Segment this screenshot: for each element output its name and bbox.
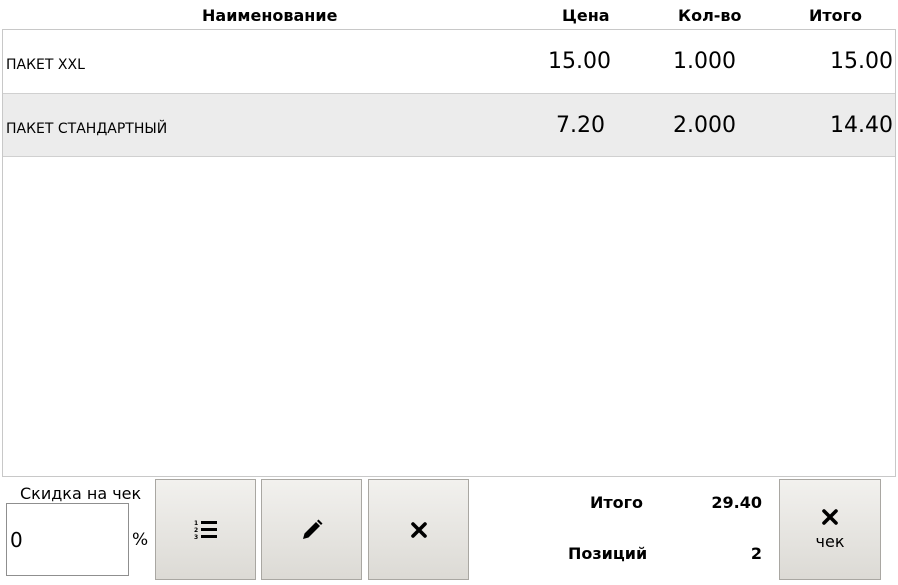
total-label: Итого xyxy=(590,493,644,512)
total-value: 29.40 xyxy=(711,493,762,512)
item-qty: 2.000 xyxy=(673,113,736,138)
item-total: 14.40 xyxy=(830,113,893,138)
table-row[interactable]: ПАКЕТ СТАНДАРТНЫЙ 7.20 2.000 14.40 xyxy=(3,93,895,157)
item-price: 15.00 xyxy=(548,49,611,74)
delete-item-button[interactable] xyxy=(368,479,469,580)
item-list-button[interactable]: 1 2 3 xyxy=(155,479,256,580)
item-name: ПАКЕТ XXL xyxy=(6,57,85,73)
close-icon xyxy=(410,521,427,538)
cancel-receipt-button[interactable]: чек xyxy=(779,479,881,580)
cancel-receipt-label: чек xyxy=(815,532,845,551)
column-header-qty: Кол-во xyxy=(678,6,742,25)
positions-value: 2 xyxy=(750,544,762,563)
svg-text:1: 1 xyxy=(194,520,198,527)
bottom-panel: Скидка на чек % 1 2 3 Итого 29.40 Позици… xyxy=(0,477,898,585)
column-header-name: Наименование xyxy=(202,6,338,25)
svg-text:2: 2 xyxy=(194,527,198,534)
item-price: 7.20 xyxy=(556,113,605,138)
table-header: Наименование Цена Кол-во Итого xyxy=(0,0,898,30)
svg-text:3: 3 xyxy=(194,534,198,541)
percent-sign: % xyxy=(132,530,149,550)
discount-input[interactable] xyxy=(6,503,129,576)
column-header-total: Итого xyxy=(809,6,863,25)
numbered-list-icon: 1 2 3 xyxy=(194,520,217,541)
receipt-items-table[interactable]: ПАКЕТ XXL 15.00 1.000 15.00 ПАКЕТ СТАНДА… xyxy=(2,29,896,477)
item-qty: 1.000 xyxy=(673,49,736,74)
column-header-price: Цена xyxy=(562,6,610,25)
item-total: 15.00 xyxy=(830,49,893,74)
edit-item-button[interactable] xyxy=(261,479,362,580)
item-name: ПАКЕТ СТАНДАРТНЫЙ xyxy=(6,121,168,137)
table-row[interactable]: ПАКЕТ XXL 15.00 1.000 15.00 xyxy=(3,30,895,92)
positions-label: Позиций xyxy=(568,544,648,563)
discount-label: Скидка на чек xyxy=(20,484,142,503)
pencil-icon xyxy=(302,519,322,539)
close-icon xyxy=(822,509,838,525)
